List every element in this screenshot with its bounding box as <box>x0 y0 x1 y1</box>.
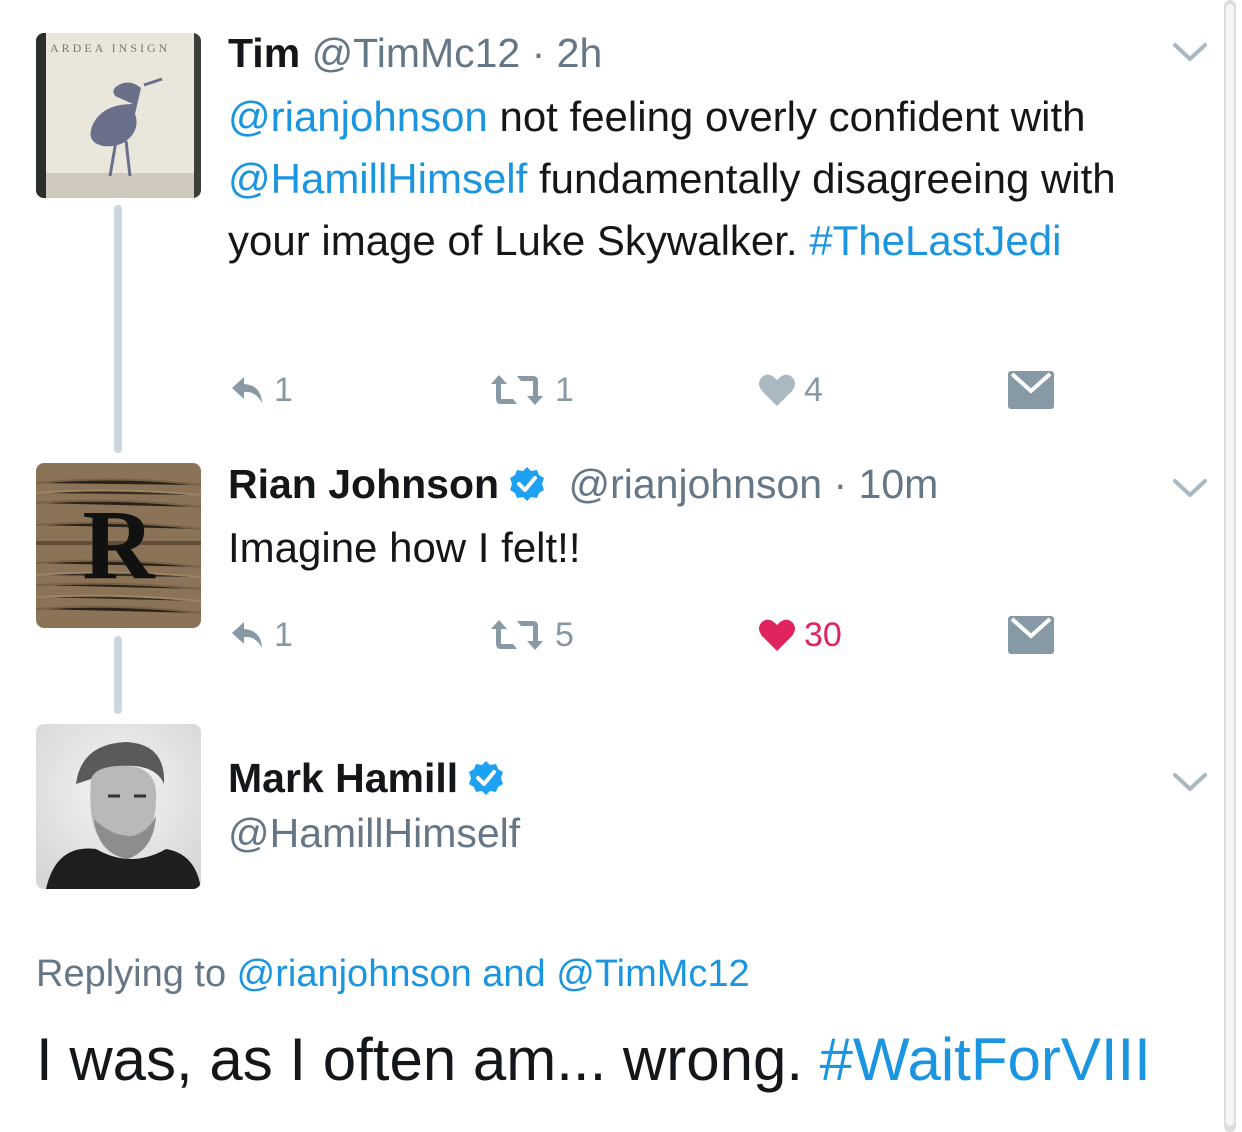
retweet-count: 5 <box>555 615 574 654</box>
mention-link[interactable]: @HamillHimself <box>228 155 527 202</box>
reply-button[interactable]: 1 <box>228 370 293 410</box>
hashtag-link[interactable]: #TheLastJedi <box>809 217 1061 264</box>
replying-to-and: and <box>471 953 557 995</box>
verified-badge-icon <box>469 761 504 795</box>
tweet-text: Imagine how I felt!! <box>228 517 1188 579</box>
verified-badge-icon <box>510 467 545 501</box>
like-button[interactable]: 30 <box>758 615 842 655</box>
retweet-count: 1 <box>555 370 574 409</box>
chevron-down-icon[interactable] <box>1172 770 1208 794</box>
tweet-text: @rianjohnson not feeling overly confiden… <box>228 86 1188 272</box>
avatar-mark-hamill[interactable] <box>36 724 201 889</box>
user-handle[interactable]: @rianjohnson <box>568 461 822 507</box>
separator: · <box>822 461 859 507</box>
direct-message-icon <box>1008 371 1054 409</box>
like-icon <box>759 619 795 651</box>
reply-icon <box>232 622 262 648</box>
reply-count: 1 <box>274 615 293 654</box>
avatar-letter: R <box>82 489 155 600</box>
mention-link[interactable]: @TimMc12 <box>556 953 749 995</box>
chevron-down-icon[interactable] <box>1172 476 1208 500</box>
avatar-label: ARDEA INSIGN <box>50 41 171 55</box>
avatar-tim[interactable]: ARDEA INSIGN <box>36 33 201 198</box>
like-count: 4 <box>804 370 823 409</box>
mention-link[interactable]: @rianjohnson <box>228 93 488 140</box>
reply-count: 1 <box>274 370 293 409</box>
tweet-header: Rian Johnson @rianjohnson · 10m <box>228 460 938 508</box>
like-icon <box>759 374 795 406</box>
like-count: 30 <box>804 615 842 654</box>
direct-message-icon <box>1008 616 1054 654</box>
retweet-icon <box>491 620 543 650</box>
timestamp[interactable]: 10m <box>859 461 939 507</box>
avatar-rian-johnson[interactable]: R <box>36 463 201 628</box>
display-name[interactable]: Mark Hamill <box>228 755 458 801</box>
tweet-header: Mark Hamill <box>228 754 504 802</box>
timestamp[interactable]: 2h <box>557 30 603 76</box>
retweet-icon <box>491 375 543 405</box>
tweet-text-segment: Imagine how I felt!! <box>228 524 581 571</box>
replying-to-context: Replying to @rianjohnson and @TimMc12 <box>36 950 750 998</box>
direct-message-button[interactable] <box>1008 370 1054 410</box>
retweet-button[interactable]: 5 <box>487 615 574 655</box>
direct-message-button[interactable] <box>1008 615 1054 655</box>
chevron-down-icon[interactable] <box>1172 40 1208 64</box>
mention-link[interactable]: @rianjohnson <box>237 953 472 995</box>
like-button[interactable]: 4 <box>758 370 823 410</box>
scrollbar-thumb[interactable] <box>1226 4 1234 1126</box>
user-handle[interactable]: @HamillHimself <box>228 809 520 857</box>
display-name[interactable]: Rian Johnson <box>228 461 499 507</box>
tweet-text: I was, as I often am... wrong. #WaitForV… <box>36 1024 1151 1096</box>
reply-button[interactable]: 1 <box>228 615 293 655</box>
thread-line <box>114 205 122 453</box>
retweet-button[interactable]: 1 <box>487 370 574 410</box>
tweet-header: Tim @TimMc12 · 2h <box>228 29 602 77</box>
separator: · <box>520 30 557 76</box>
thread-line <box>114 636 122 714</box>
user-handle[interactable]: @TimMc12 <box>312 30 521 76</box>
hashtag-link[interactable]: #WaitForVIII <box>820 1026 1151 1093</box>
reply-icon <box>232 377 262 403</box>
tweet-text-segment: I was, as I often am... wrong. <box>36 1026 820 1093</box>
replying-to-prefix: Replying to <box>36 953 237 995</box>
display-name[interactable]: Tim <box>228 30 300 76</box>
tweet-text-segment: not feeling overly confident with <box>487 93 1086 140</box>
